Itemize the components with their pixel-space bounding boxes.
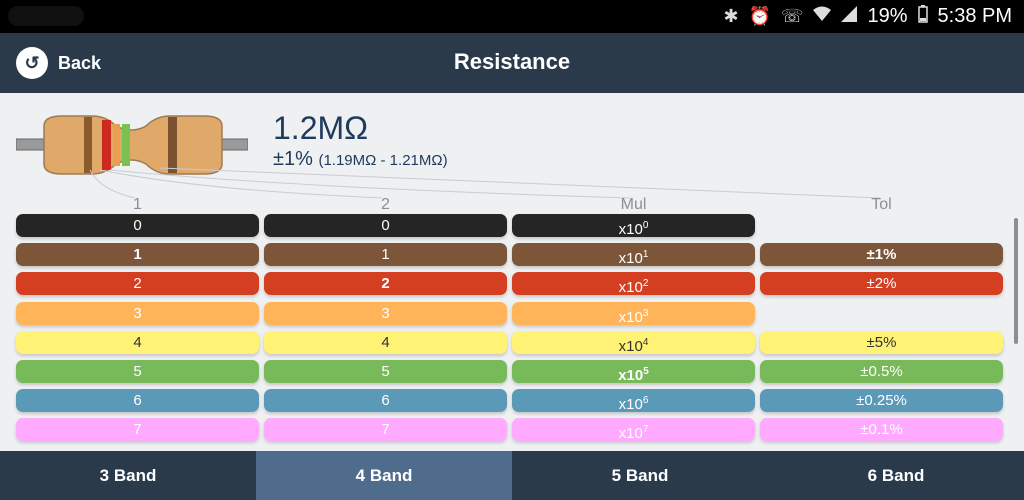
multiplier-base: x10 [618,221,643,238]
multiplier-base: x10 [618,396,643,414]
multiplier-exponent: 4 [642,336,649,348]
multiplier-base: x10 [618,425,643,443]
multiplier-exponent: 5 [643,366,649,377]
tolerance-value: ±1% [273,148,313,170]
multiplier-exponent: 1 [642,249,649,261]
wifi-call-icon: ☏ [780,6,804,26]
band-1-option[interactable]: 4 [16,330,259,354]
multiplier-option[interactable]: x106 [512,389,755,414]
multiplier-exponent: 2 [642,278,649,290]
resistance-value: 1.2MΩ [273,110,369,146]
clock: 5:38 PM [937,5,1012,27]
tab-6-band[interactable]: 6 Band [768,451,1024,500]
tab-3-band[interactable]: 3 Band [0,451,256,500]
band-1-option[interactable]: 6 [16,389,259,413]
band-2-option[interactable]: 4 [264,330,507,354]
band-1-option[interactable]: 7 [16,418,259,442]
tolerance-range: (1.19MΩ - 1.21MΩ) [318,152,448,169]
battery-percent: 19% [867,5,908,27]
multiplier-option[interactable]: x101 [512,243,755,268]
band-2-option[interactable]: 7 [264,418,507,442]
multiplier-exponent: 0 [642,220,649,231]
status-bar: ✱ ⏰ ☏ 19% 5:38 PM [0,0,1024,33]
multiplier-option[interactable]: x104 [512,330,755,355]
multiplier-option[interactable]: x107 [512,418,755,443]
page-title: Resistance [453,49,571,74]
tolerance-readout: ±1% (1.19MΩ - 1.21MΩ) [273,148,448,171]
multiplier-base: x10 [618,308,643,326]
column-header-band-2: 2 [381,196,390,213]
band-1-option[interactable]: 1 [16,243,259,267]
band-2-option[interactable]: 5 [264,360,507,383]
multiplier-exponent: 3 [642,307,649,319]
multiplier-exponent: 6 [642,395,649,407]
column-header-tolerance: Tol [871,196,892,213]
band-2-option[interactable]: 6 [264,389,507,413]
multiplier-option[interactable]: x103 [512,301,755,326]
band-2-option[interactable]: 0 [264,214,507,237]
alarm-icon: ⏰ [748,6,771,26]
tolerance-option[interactable]: ±2% [760,272,1003,296]
band-guide-lines [89,167,881,199]
multiplier-base: x10 [618,279,643,297]
band-tab-bar: 3 Band 4 Band 5 Band 6 Band [0,451,1024,500]
battery-icon [917,5,928,28]
tolerance-option[interactable]: ±0.25% [760,389,1003,413]
multiplier-exponent: 7 [642,424,649,436]
multiplier-base: x10 [618,337,643,355]
status-icons: ✱ ⏰ ☏ 19% 5:38 PM [723,4,1012,29]
band-2-option[interactable]: 3 [264,301,507,325]
tab-5-band[interactable]: 5 Band [512,451,768,500]
app-header: ↺ Back Resistance [0,33,1024,93]
column-header-multiplier: Mul [620,196,647,213]
signal-icon [841,6,858,27]
bluetooth-icon: ✱ [723,6,739,26]
tolerance-option[interactable]: ±5% [760,330,1003,354]
multiplier-option[interactable]: x105 [512,360,755,384]
status-notification-area [8,6,84,26]
band-1-option[interactable]: 0 [16,214,259,237]
multiplier-option[interactable]: x102 [512,272,755,297]
band-1-option[interactable]: 5 [16,360,259,383]
wifi-icon [813,6,832,27]
tolerance-option[interactable]: ±1% [760,243,1003,267]
band-1-option[interactable]: 3 [16,301,259,325]
column-header-band-1: 1 [133,196,142,213]
band-2-option[interactable]: 1 [264,243,507,267]
tab-4-band[interactable]: 4 Band [256,451,512,500]
scrollbar-thumb[interactable] [1014,218,1018,344]
multiplier-base: x10 [618,367,644,384]
multiplier-base: x10 [618,250,643,268]
tolerance-option[interactable]: ±0.1% [760,418,1003,442]
band-1-option[interactable]: 2 [16,272,259,296]
band-2-option[interactable]: 2 [264,272,507,296]
multiplier-option[interactable]: x100 [512,214,755,238]
tolerance-option[interactable]: ±0.5% [760,360,1003,383]
